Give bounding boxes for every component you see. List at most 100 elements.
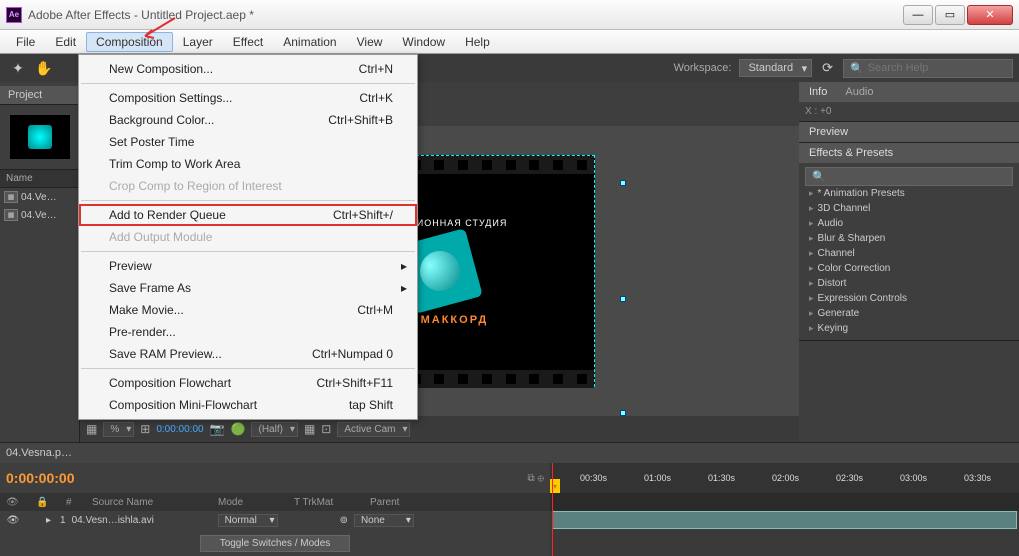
pickwhip-icon[interactable]: ⊚ <box>340 515 348 526</box>
project-item[interactable]: ▦04.Ve… <box>0 206 79 224</box>
project-tab[interactable]: Project <box>0 86 79 105</box>
project-item[interactable]: ▦04.Ve… <box>0 188 79 206</box>
workspace-dropdown[interactable]: Standard <box>739 59 812 77</box>
effects-presets-tab[interactable]: Effects & Presets <box>805 146 897 160</box>
ruler-tick: 03:30s <box>964 473 991 483</box>
preset-category[interactable]: Channel <box>805 246 1013 261</box>
menu-item[interactable]: Preview <box>79 255 417 277</box>
transform-handle[interactable] <box>620 296 626 302</box>
toggle-icon[interactable]: ⊡ <box>321 422 331 436</box>
project-item-label: 04.Ve… <box>21 210 57 221</box>
search-help-box[interactable]: 🔍 <box>843 59 1013 78</box>
preset-category[interactable]: * Animation Presets <box>805 186 1013 201</box>
comp-icon: ▦ <box>4 191 18 203</box>
layer-bar[interactable] <box>552 511 1017 529</box>
resolution-dropdown[interactable]: (Half) <box>251 422 297 437</box>
preset-category[interactable]: Expression Controls <box>805 291 1013 306</box>
menu-item[interactable]: Make Movie...Ctrl+M <box>79 299 417 321</box>
footage-icon: ▦ <box>4 209 18 221</box>
camera-icon[interactable]: 📷 <box>210 422 225 436</box>
grid-icon[interactable]: ▦ <box>86 422 97 436</box>
ruler-tick: 02:00s <box>772 473 799 483</box>
maximize-button[interactable]: ▭ <box>935 5 965 25</box>
search-icon: 🔍 <box>812 170 826 183</box>
menu-item[interactable]: Add to Render QueueCtrl+Shift+/ <box>79 204 417 226</box>
ruler-tick: 01:30s <box>708 473 735 483</box>
refresh-icon[interactable]: ⟳ <box>822 60 833 76</box>
snap-icon[interactable]: ⧉ ⊕ <box>528 473 544 484</box>
app-icon: Ae <box>6 7 22 23</box>
color-icon[interactable]: 🟢 <box>231 422 246 436</box>
layer-row[interactable]: 👁 ▸ 1 04.Vesn…ishla.avi Normal ⊚ None <box>0 511 550 529</box>
menu-animation[interactable]: Animation <box>273 32 346 52</box>
menu-layer[interactable]: Layer <box>173 32 223 52</box>
parent-header: Parent <box>370 497 399 508</box>
minimize-button[interactable]: — <box>903 5 933 25</box>
preset-category[interactable]: Generate <box>805 306 1013 321</box>
menu-window[interactable]: Window <box>392 32 455 52</box>
menu-view[interactable]: View <box>347 32 393 52</box>
render-icon[interactable]: ▦ <box>304 422 315 436</box>
toggle-switches-button[interactable]: Toggle Switches / Modes <box>200 535 350 552</box>
playhead[interactable] <box>552 463 553 556</box>
source-name-header: Source Name <box>92 497 202 508</box>
menu-file[interactable]: File <box>6 32 45 52</box>
info-tab[interactable]: Info <box>805 85 831 99</box>
info-xy: X : +0 <box>805 106 831 117</box>
viewer-timecode[interactable]: 0:00:00:00 <box>156 424 203 435</box>
zoom-dropdown[interactable]: % <box>103 422 134 437</box>
audio-tab[interactable]: Audio <box>841 85 877 99</box>
preset-category[interactable]: 3D Channel <box>805 201 1013 216</box>
ruler-tick: 01:00s <box>644 473 671 483</box>
search-help-input[interactable] <box>868 62 1010 74</box>
ruler-tick: 00:30s <box>580 473 607 483</box>
mode-header: Mode <box>218 497 278 508</box>
menu-effect[interactable]: Effect <box>223 32 273 52</box>
preset-category[interactable]: Color Correction <box>805 261 1013 276</box>
search-icon: 🔍 <box>850 62 864 75</box>
view-dropdown[interactable]: Active Cam <box>337 422 410 437</box>
annotation-arrow <box>140 16 180 40</box>
menu-item[interactable]: Composition Settings...Ctrl+K <box>79 87 417 109</box>
project-item-label: 04.Ve… <box>21 192 57 203</box>
menu-item[interactable]: Composition Mini-Flowcharttap Shift <box>79 394 417 416</box>
transform-handle[interactable] <box>620 180 626 186</box>
timeline-timecode[interactable]: 0:00:00:00 <box>6 470 75 486</box>
selection-tool[interactable]: ✦ <box>6 57 30 79</box>
layer-name: 04.Vesn…ishla.avi <box>72 515 212 526</box>
preset-category[interactable]: Audio <box>805 216 1013 231</box>
close-button[interactable]: ✕ <box>967 5 1013 25</box>
menu-item[interactable]: Pre-render... <box>79 321 417 343</box>
trkmat-header: T TrkMat <box>294 497 354 508</box>
parent-dropdown[interactable]: None <box>354 514 414 527</box>
ruler-tick: 02:30s <box>836 473 863 483</box>
menu-item[interactable]: Save RAM Preview...Ctrl+Numpad 0 <box>79 343 417 365</box>
timeline-tab[interactable]: 04.Vesna.p… <box>6 447 72 459</box>
menu-item[interactable]: Trim Comp to Work Area <box>79 153 417 175</box>
mode-dropdown[interactable]: Normal <box>218 514 278 527</box>
composition-menu: New Composition...Ctrl+N Composition Sett… <box>78 54 418 420</box>
menu-help[interactable]: Help <box>455 32 500 52</box>
project-thumbnail <box>10 115 70 159</box>
menu-item[interactable]: Set Poster Time <box>79 131 417 153</box>
effects-search[interactable]: 🔍 <box>805 167 1013 186</box>
hand-tool[interactable]: ✋ <box>32 57 56 79</box>
transform-handle[interactable] <box>620 410 626 416</box>
preset-category[interactable]: Blur & Sharpen <box>805 231 1013 246</box>
menu-item[interactable]: Composition FlowchartCtrl+Shift+F11 <box>79 372 417 394</box>
menu-edit[interactable]: Edit <box>45 32 86 52</box>
menu-item[interactable]: Save Frame As <box>79 277 417 299</box>
layout-icon[interactable]: ⊞ <box>140 422 150 436</box>
preset-category[interactable]: Distort <box>805 276 1013 291</box>
menu-item: Crop Comp to Region of Interest <box>79 175 417 197</box>
menu-item: Add Output Module <box>79 226 417 248</box>
ruler-tick: 03:00s <box>900 473 927 483</box>
preview-tab[interactable]: Preview <box>805 125 852 139</box>
menu-item[interactable]: Background Color...Ctrl+Shift+B <box>79 109 417 131</box>
layer-number: 1 <box>60 515 66 526</box>
eye-icon[interactable]: 👁 <box>6 515 20 526</box>
preset-category[interactable]: Keying <box>805 321 1013 336</box>
menu-item[interactable]: New Composition...Ctrl+N <box>79 58 417 80</box>
name-column-header: Name <box>0 169 79 188</box>
workspace-label: Workspace: <box>674 62 732 74</box>
